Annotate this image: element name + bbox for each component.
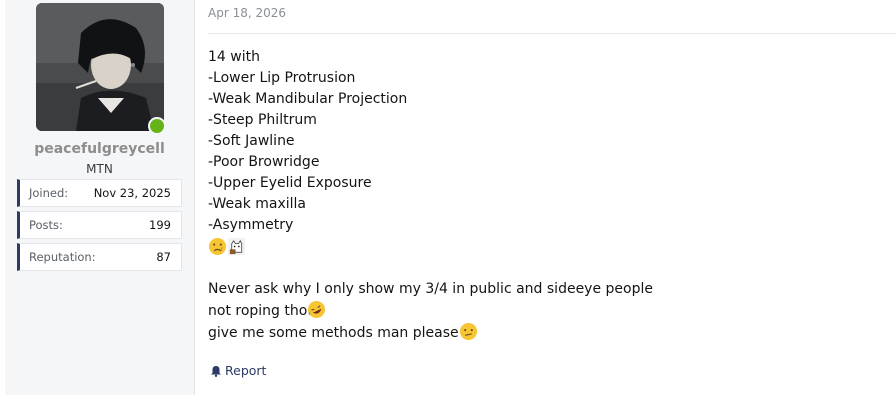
stat-joined: Joined: Nov 23, 2025 xyxy=(17,179,182,207)
post-body: 14 with -Lower Lip Protrusion -Weak Mand… xyxy=(208,47,653,344)
stat-posts: Posts: 199 xyxy=(17,211,182,239)
stat-label: Reputation: xyxy=(29,250,96,264)
body-line: -Weak Mandibular Projection xyxy=(208,91,408,107)
divider xyxy=(208,33,896,34)
forum-post: peacefulgreycell MTN Joined: Nov 23, 202… xyxy=(0,0,896,395)
body-text: Never ask why I only show my 3/4 in publ… xyxy=(208,281,653,297)
stat-value: 199 xyxy=(149,218,171,232)
username[interactable]: peacefulgreycell xyxy=(5,141,194,157)
online-status-dot xyxy=(148,117,166,135)
body-line: give me some methods man please xyxy=(208,322,653,344)
body-text: not roping tho xyxy=(208,303,308,319)
bell-icon xyxy=(211,365,221,377)
user-panel: peacefulgreycell MTN Joined: Nov 23, 202… xyxy=(5,0,195,395)
stat-value: Nov 23, 2025 xyxy=(93,186,171,200)
body-text: give me some methods man please xyxy=(208,325,459,341)
body-line: -Poor Browridge xyxy=(208,154,320,170)
cat-sticker-icon xyxy=(227,237,246,256)
crying-face-icon xyxy=(208,237,227,256)
body-line: -Weak maxilla xyxy=(208,196,307,212)
report-label: Report xyxy=(225,363,267,378)
avatar-image xyxy=(36,3,164,131)
rofl-emoji-icon xyxy=(308,300,326,319)
body-line: -Soft Jawline xyxy=(208,133,295,149)
body-line: Never ask why I only show my 3/4 in publ… xyxy=(208,279,653,300)
avatar[interactable] xyxy=(36,3,164,131)
stat-label: Posts: xyxy=(29,218,63,232)
body-line: -Lower Lip Protrusion xyxy=(208,70,356,86)
stat-value: 87 xyxy=(156,250,171,264)
body-line: -Upper Eyelid Exposure xyxy=(208,175,372,191)
body-line: -Steep Philtrum xyxy=(208,112,317,128)
confused-face-icon xyxy=(459,322,477,341)
user-title: MTN xyxy=(86,162,113,176)
avatar-wrap xyxy=(36,3,166,135)
report-link[interactable]: Report xyxy=(210,363,266,378)
body-line: -Asymmetry xyxy=(208,217,294,233)
stat-reputation: Reputation: 87 xyxy=(17,243,182,271)
stat-label: Joined: xyxy=(29,186,69,200)
emoji-row xyxy=(208,236,653,257)
body-line: 14 with xyxy=(208,49,260,65)
post-date[interactable]: Apr 18, 2026 xyxy=(208,6,286,20)
body-line: not roping tho xyxy=(208,300,653,322)
user-stats: Joined: Nov 23, 2025 Posts: 199 Reputati… xyxy=(17,179,182,275)
